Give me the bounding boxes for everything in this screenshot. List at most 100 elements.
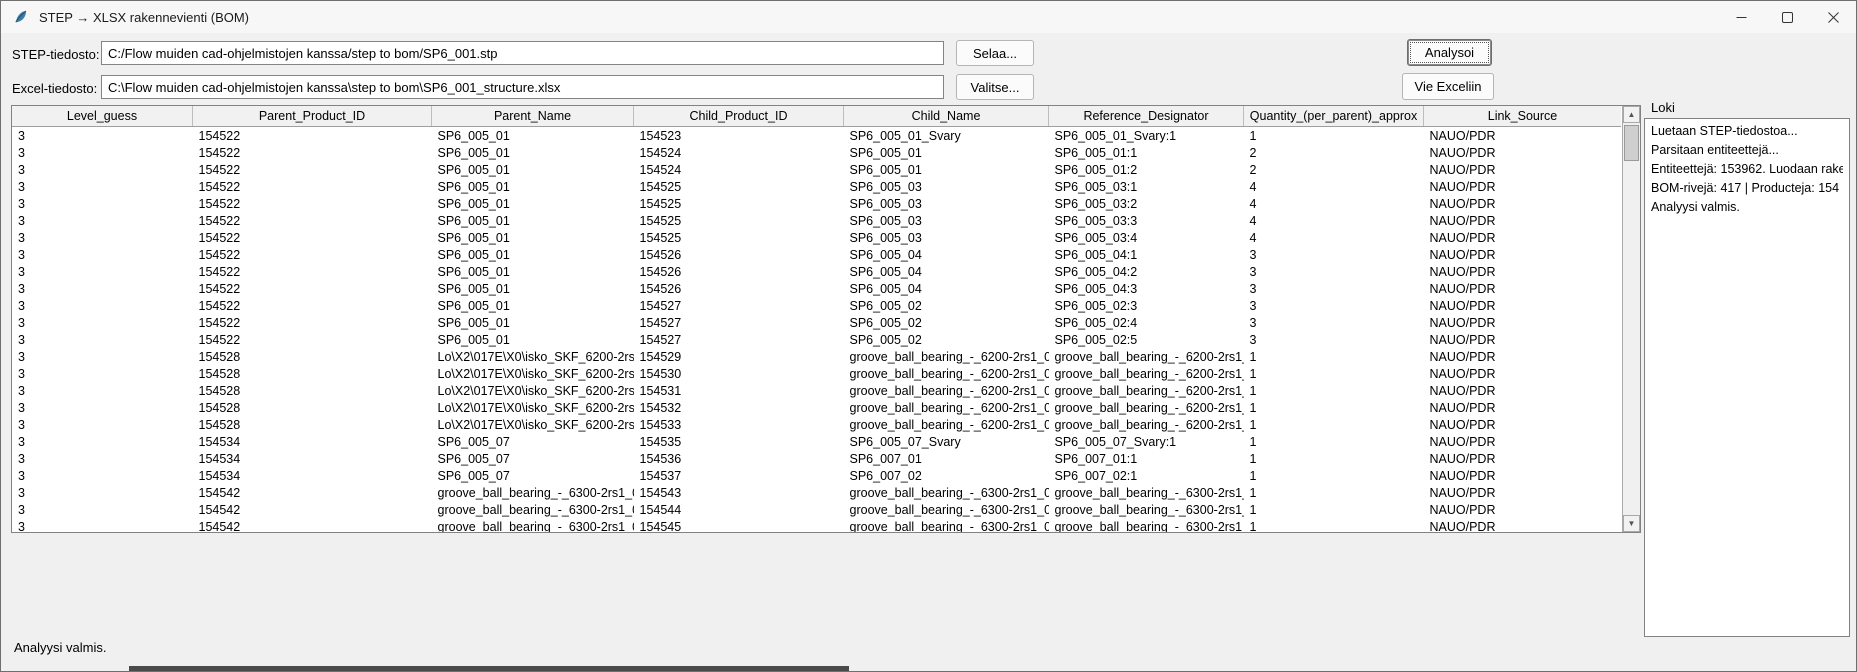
export-excel-button[interactable]: Vie Exceliin: [1402, 73, 1494, 100]
analyze-button[interactable]: Analysoi: [1407, 39, 1492, 66]
table-cell: 3: [12, 178, 193, 195]
table-row[interactable]: 3154542groove_ball_bearing_-_6300-2rs1_0…: [12, 501, 1621, 518]
table-cell: groove_ball_bearing_-_6200-2rs1_0_C: [1049, 348, 1244, 365]
table-row[interactable]: 3154522SP6_005_01154526SP6_005_04SP6_005…: [12, 246, 1621, 263]
table-row[interactable]: 3154522SP6_005_01154526SP6_005_04SP6_005…: [12, 263, 1621, 280]
table-row[interactable]: 3154542groove_ball_bearing_-_6300-2rs1_0…: [12, 484, 1621, 501]
table-row[interactable]: 3154528Lo\X2\017E\X0\isko_SKF_6200-2rs15…: [12, 416, 1621, 433]
table-cell: 4: [1244, 229, 1424, 246]
table-cell: 154531: [634, 382, 844, 399]
table-cell: 154543: [634, 484, 844, 501]
table-cell: SP6_005_01: [432, 331, 634, 348]
table-cell: SP6_005_01:1: [1049, 144, 1244, 161]
table-cell: NAUO/PDR: [1424, 246, 1622, 263]
column-header[interactable]: Level_guess: [12, 106, 193, 127]
scroll-up-button[interactable]: ▲: [1623, 106, 1640, 123]
window-title: STEP → XLSX rakennevienti (BOM): [39, 10, 249, 25]
column-header[interactable]: Parent_Name: [432, 106, 634, 127]
table-cell: 154525: [634, 195, 844, 212]
titlebar[interactable]: STEP → XLSX rakennevienti (BOM): [1, 1, 1856, 33]
table-row[interactable]: 3154522SP6_005_01154527SP6_005_02SP6_005…: [12, 331, 1621, 348]
column-header[interactable]: Quantity_(per_parent)_approx: [1244, 106, 1424, 127]
table-cell: 154522: [193, 127, 432, 145]
minimize-button[interactable]: [1718, 1, 1764, 33]
table-cell: NAUO/PDR: [1424, 399, 1622, 416]
maximize-button[interactable]: [1764, 1, 1810, 33]
table-cell: NAUO/PDR: [1424, 348, 1622, 365]
scroll-down-button[interactable]: ▼: [1623, 515, 1640, 532]
table-cell: SP6_005_07: [432, 467, 634, 484]
browse-excel-button[interactable]: Valitse...: [956, 74, 1034, 100]
table-row[interactable]: 3154534SP6_005_07154536SP6_007_01SP6_007…: [12, 450, 1621, 467]
table-row[interactable]: 3154522SP6_005_01154524SP6_005_01SP6_005…: [12, 161, 1621, 178]
table-cell: groove_ball_bearing_-_6300-2rs1_0_C: [844, 501, 1049, 518]
table-cell: SP6_007_02:1: [1049, 467, 1244, 484]
table-cell: 2: [1244, 144, 1424, 161]
table-row[interactable]: 3154534SP6_005_07154537SP6_007_02SP6_007…: [12, 467, 1621, 484]
table-cell: groove_ball_bearing_-_6300-2rs1_0_C: [1049, 518, 1244, 532]
table-cell: groove_ball_bearing_-_6200-2rs1_0_C: [844, 348, 1049, 365]
table-row[interactable]: 3154522SP6_005_01154525SP6_005_03SP6_005…: [12, 229, 1621, 246]
step-file-input[interactable]: [101, 41, 944, 65]
column-header[interactable]: Link_Source: [1424, 106, 1622, 127]
table-cell: 3: [12, 382, 193, 399]
table-cell: 154528: [193, 416, 432, 433]
bom-table-viewport: Level_guessParent_Product_IDParent_NameC…: [12, 106, 1622, 532]
table-cell: SP6_005_01: [432, 127, 634, 145]
vertical-scrollbar[interactable]: ▲ ▼: [1622, 106, 1640, 532]
table-row[interactable]: 3154522SP6_005_01154523SP6_005_01_SvaryS…: [12, 127, 1621, 145]
table-row[interactable]: 3154522SP6_005_01154525SP6_005_03SP6_005…: [12, 195, 1621, 212]
table-cell: 3: [12, 484, 193, 501]
table-cell: NAUO/PDR: [1424, 365, 1622, 382]
table-cell: SP6_005_03:3: [1049, 212, 1244, 229]
table-row[interactable]: 3154528Lo\X2\017E\X0\isko_SKF_6200-2rs15…: [12, 365, 1621, 382]
table-row[interactable]: 3154528Lo\X2\017E\X0\isko_SKF_6200-2rs15…: [12, 348, 1621, 365]
table-row[interactable]: 3154522SP6_005_01154526SP6_005_04SP6_005…: [12, 280, 1621, 297]
table-cell: NAUO/PDR: [1424, 212, 1622, 229]
log-box[interactable]: Luetaan STEP-tiedostoa...Parsitaan entit…: [1644, 118, 1850, 637]
table-row[interactable]: 3154522SP6_005_01154525SP6_005_03SP6_005…: [12, 178, 1621, 195]
table-cell: 3: [1244, 331, 1424, 348]
table-row[interactable]: 3154522SP6_005_01154525SP6_005_03SP6_005…: [12, 212, 1621, 229]
table-cell: 4: [1244, 178, 1424, 195]
excel-file-input[interactable]: [101, 75, 944, 99]
taskbar-sliver: [129, 666, 849, 671]
close-button[interactable]: [1810, 1, 1856, 33]
column-header[interactable]: Child_Name: [844, 106, 1049, 127]
table-row[interactable]: 3154534SP6_005_07154535SP6_005_07_SvaryS…: [12, 433, 1621, 450]
table-cell: 3: [1244, 263, 1424, 280]
table-row[interactable]: 3154528Lo\X2\017E\X0\isko_SKF_6200-2rs15…: [12, 399, 1621, 416]
column-header[interactable]: Reference_Designator: [1049, 106, 1244, 127]
table-row[interactable]: 3154522SP6_005_01154527SP6_005_02SP6_005…: [12, 297, 1621, 314]
table-cell: 3: [12, 518, 193, 532]
table-cell: SP6_007_02: [844, 467, 1049, 484]
table-row[interactable]: 3154522SP6_005_01154527SP6_005_02SP6_005…: [12, 314, 1621, 331]
column-header[interactable]: Child_Product_ID: [634, 106, 844, 127]
table-cell: 154522: [193, 212, 432, 229]
scrollbar-thumb[interactable]: [1624, 125, 1639, 161]
table-cell: SP6_005_01: [432, 229, 634, 246]
bom-table: Level_guessParent_Product_IDParent_NameC…: [11, 105, 1641, 533]
table-cell: 4: [1244, 195, 1424, 212]
log-line: Entiteettejä: 153962. Luodaan raker: [1651, 160, 1843, 179]
table-cell: SP6_005_01:2: [1049, 161, 1244, 178]
table-row[interactable]: 3154528Lo\X2\017E\X0\isko_SKF_6200-2rs15…: [12, 382, 1621, 399]
table-cell: 154522: [193, 314, 432, 331]
table-cell: SP6_005_02: [844, 314, 1049, 331]
scroll-down-icon: ▼: [1628, 519, 1636, 528]
browse-step-button[interactable]: Selaa...: [956, 40, 1034, 66]
table-row[interactable]: 3154542groove_ball_bearing_-_6300-2rs1_0…: [12, 518, 1621, 532]
column-header[interactable]: Parent_Product_ID: [193, 106, 432, 127]
table-row[interactable]: 3154522SP6_005_01154524SP6_005_01SP6_005…: [12, 144, 1621, 161]
table-cell: groove_ball_bearing_-_6300-2rs1_0_C: [1049, 501, 1244, 518]
excel-file-label: Excel-tiedosto:: [12, 81, 97, 96]
table-cell: 3: [12, 127, 193, 145]
table-cell: NAUO/PDR: [1424, 314, 1622, 331]
table-cell: 3: [12, 246, 193, 263]
table-cell: SP6_005_03: [844, 178, 1049, 195]
table-cell: SP6_005_01_Svary:1: [1049, 127, 1244, 145]
table-cell: 154528: [193, 399, 432, 416]
table-cell: NAUO/PDR: [1424, 195, 1622, 212]
table-cell: 154522: [193, 263, 432, 280]
table-cell: 154533: [634, 416, 844, 433]
